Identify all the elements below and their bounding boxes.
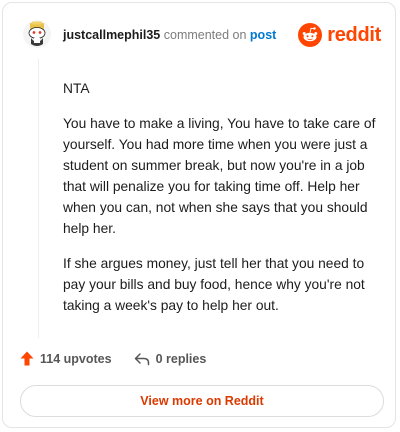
reply-arrow-icon bbox=[134, 352, 149, 365]
post-link[interactable]: post bbox=[250, 28, 276, 42]
reddit-logo[interactable]: reddit bbox=[298, 23, 381, 47]
comment-embed-card: justcallmephil35 commented on post reddi… bbox=[2, 2, 396, 428]
comment-body: NTA You have to make a living, You have … bbox=[63, 78, 381, 330]
upvote-count: 114 upvotes bbox=[40, 351, 112, 366]
reply-stat[interactable]: 0 replies bbox=[134, 351, 207, 366]
action-text: commented on bbox=[163, 28, 247, 42]
comment-paragraph: If she argues money, just tell her that … bbox=[63, 256, 365, 313]
snoo-avatar-icon bbox=[23, 20, 51, 48]
reply-count: 0 replies bbox=[155, 351, 207, 366]
upvote-arrow-icon bbox=[20, 351, 34, 366]
upvote-stat[interactable]: 114 upvotes bbox=[20, 351, 112, 366]
view-more-button[interactable]: View more on Reddit bbox=[20, 385, 384, 417]
comment-header: justcallmephil35 commented on post bbox=[63, 28, 276, 42]
reddit-wordmark: reddit bbox=[327, 24, 381, 46]
reddit-alien-icon bbox=[298, 23, 323, 47]
user-avatar[interactable] bbox=[23, 20, 51, 48]
thread-line[interactable] bbox=[38, 59, 39, 338]
comment-footer: 114 upvotes 0 replies bbox=[20, 351, 206, 366]
comment-paragraph: NTA bbox=[63, 81, 90, 96]
username-link[interactable]: justcallmephil35 bbox=[63, 28, 160, 42]
comment-paragraph: You have to make a living, You have to t… bbox=[63, 116, 376, 236]
